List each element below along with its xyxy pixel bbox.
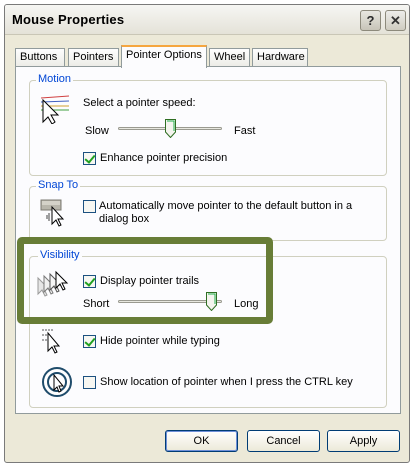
close-button[interactable]: ✕ [385,10,406,31]
speed-slider-thumb[interactable] [164,119,176,138]
hide-while-typing-label[interactable]: Hide pointer while typing [100,335,220,347]
help-button[interactable]: ? [360,10,381,31]
show-location-checkbox[interactable] [83,376,96,389]
help-icon: ? [366,13,375,28]
tab-pointer-options[interactable]: Pointer Options [121,45,207,68]
tab-wheel[interactable]: Wheel [209,48,250,67]
apply-button[interactable]: Apply [327,430,400,452]
cancel-button[interactable]: Cancel [247,430,320,452]
fast-label: Fast [234,125,256,137]
window-title: Mouse Properties [12,12,125,27]
pointer-speed-icon [40,95,70,124]
show-location-label[interactable]: Show location of pointer when I press th… [100,376,353,388]
snap-to-group: Snap To [29,179,387,241]
snap-to-group-label: Snap To [36,179,81,191]
title-bar[interactable]: Mouse Properties ? ✕ [5,5,409,35]
show-location-icon [42,367,72,397]
speed-label: Select a pointer speed: [83,97,196,109]
snap-to-checkbox[interactable] [83,200,96,213]
tab-hardware[interactable]: Hardware [252,48,308,67]
enhance-precision-checkbox[interactable] [83,152,96,165]
ok-button[interactable]: OK [165,430,238,452]
highlight-frame [17,237,273,324]
motion-group-label: Motion [36,73,74,85]
snap-to-label-line2[interactable]: dialog box [99,213,149,225]
tab-buttons[interactable]: Buttons [15,48,65,67]
hide-while-typing-checkbox[interactable] [83,335,96,348]
close-icon: ✕ [390,13,401,28]
snap-to-label-line1[interactable]: Automatically move pointer to the defaul… [99,200,352,212]
tab-pointers[interactable]: Pointers [68,48,119,67]
hide-pointer-icon [42,329,61,354]
enhance-precision-label[interactable]: Enhance pointer precision [100,152,227,164]
slow-label: Slow [85,125,109,137]
snap-to-icon [40,199,65,227]
